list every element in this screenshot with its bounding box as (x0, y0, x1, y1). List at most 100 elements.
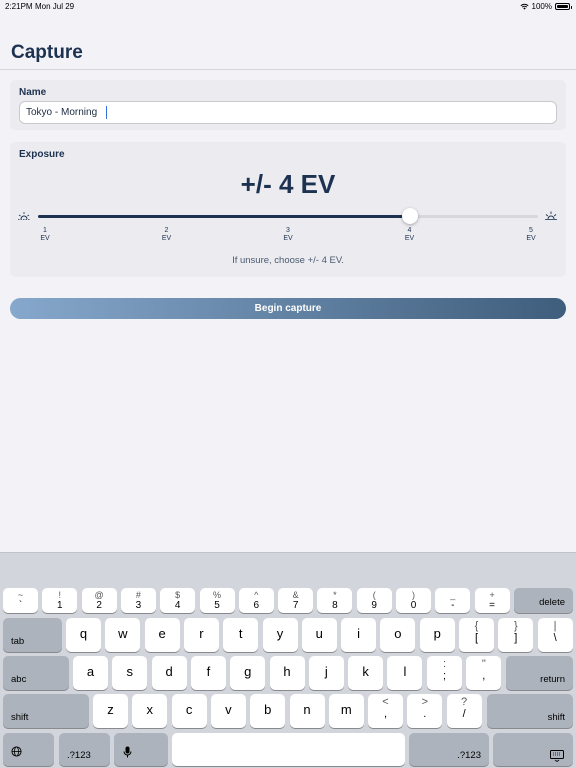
abc-key[interactable]: abc (3, 656, 69, 690)
key-9[interactable]: (9 (356, 588, 392, 613)
key-e[interactable]: e (144, 618, 180, 652)
exposure-slider-thumb[interactable] (401, 208, 418, 224)
key-alt-label: & (292, 590, 299, 600)
key-punct-r4-0[interactable]: <, (368, 694, 403, 728)
key-label: d (165, 664, 173, 679)
key-d[interactable]: d (151, 656, 187, 690)
key-f[interactable]: f (190, 656, 226, 690)
key-2[interactable]: @2 (81, 588, 117, 613)
key-label: 8 (332, 600, 338, 611)
exposure-label: Exposure (19, 149, 65, 160)
key-label: p (433, 626, 441, 641)
key-label: g (244, 664, 252, 679)
shift-left-key[interactable]: shift (3, 694, 89, 728)
key-alt-label: | (553, 620, 557, 632)
key-punct-r3-0[interactable]: :; (427, 656, 462, 690)
key-c[interactable]: c (171, 694, 207, 728)
key-3[interactable]: #3 (120, 588, 156, 613)
key-y[interactable]: y (262, 618, 298, 652)
key-m[interactable]: m (328, 694, 364, 728)
key-8[interactable]: * 8 (317, 588, 353, 613)
key-punct-2[interactable]: | \ (537, 618, 573, 652)
key-4[interactable]: $4 (160, 588, 196, 613)
text-caret (106, 106, 107, 119)
key-0[interactable]: ) 0 (396, 588, 431, 613)
key-o[interactable]: o (380, 618, 416, 652)
key-alt-label: > (421, 696, 429, 708)
key-label: abc (11, 674, 27, 685)
key-label: a (86, 664, 95, 679)
battery-percent: 100% (531, 2, 552, 11)
exposure-value: +/- 4 EV (240, 169, 336, 199)
key-label: h (283, 664, 291, 679)
begin-capture-button[interactable]: Begin capture (10, 298, 566, 319)
key-s[interactable]: s (112, 656, 148, 690)
numbers-right-key[interactable]: .?123 (409, 733, 489, 766)
tab-key[interactable]: tab (3, 618, 62, 652)
space-key[interactable] (172, 733, 405, 766)
key-r[interactable]: r (183, 618, 219, 652)
keyboard-dismiss-key[interactable] (493, 733, 573, 766)
key-=[interactable]: + = (474, 588, 510, 613)
key--[interactable]: _ - (435, 588, 471, 613)
key-p[interactable]: p (419, 618, 455, 652)
key-label: j (324, 664, 328, 679)
key-w[interactable]: w (105, 618, 141, 652)
key-`[interactable]: ~ ` (3, 588, 38, 613)
key-b[interactable]: b (250, 694, 286, 728)
key-punct-0[interactable]: {[ (459, 618, 494, 652)
key-j[interactable]: j (308, 656, 344, 690)
key-label: z (107, 702, 114, 717)
tick-unit: EV (526, 235, 536, 242)
shift-right-key[interactable]: shift (487, 694, 573, 728)
key-alt-label: % (212, 590, 221, 600)
key-k[interactable]: k (348, 656, 384, 690)
tick-number: 3 (286, 227, 290, 234)
key-l[interactable]: l (387, 656, 423, 690)
key-h[interactable]: h (269, 656, 305, 690)
dictation-key[interactable] (114, 733, 168, 766)
key-punct-r3-1[interactable]: ", (466, 656, 502, 690)
key-z[interactable]: z (93, 694, 128, 728)
key-label: 4 (174, 600, 181, 611)
key-alt-label: : (442, 658, 447, 670)
key-x[interactable]: x (132, 694, 168, 728)
key-alt-label: ( (372, 590, 376, 600)
key-label: , (383, 708, 388, 720)
key-alt-label: ? (461, 696, 468, 708)
key-alt-label: @ (94, 590, 104, 600)
key-label: t (238, 626, 243, 641)
key-punct-r4-2[interactable]: ? / (446, 694, 482, 728)
key-q[interactable]: q (66, 618, 101, 652)
key-7[interactable]: & 7 (278, 588, 314, 613)
key-label: 2 (96, 600, 102, 611)
key-punct-1[interactable]: }] (498, 618, 534, 652)
delete-key[interactable]: delete (514, 588, 573, 613)
globe-key[interactable] (3, 733, 54, 766)
key-punct-r4-1[interactable]: >. (407, 694, 443, 728)
tick-number: 5 (529, 227, 533, 234)
key-label: w (118, 626, 128, 641)
key-n[interactable]: n (289, 694, 325, 728)
return-key[interactable]: return (506, 656, 573, 690)
key-a[interactable]: a (73, 656, 108, 690)
key-label: m (340, 702, 352, 717)
name-card: Name (10, 80, 566, 130)
name-input[interactable] (19, 101, 557, 124)
key-alt-label: ~ (17, 590, 24, 600)
key-u[interactable]: u (301, 618, 337, 652)
numbers-left-key[interactable]: .?123 (59, 733, 110, 766)
exposure-slider-track[interactable] (38, 215, 538, 218)
key-6[interactable]: ^ 6 (238, 588, 274, 613)
key-5[interactable]: % 5 (199, 588, 235, 613)
exposure-tick-2: 2 EV (157, 227, 177, 243)
exposure-tick-4: 4 EV (400, 227, 420, 243)
key-g[interactable]: g (230, 656, 266, 690)
key-alt-label: _ (450, 590, 456, 600)
key-i[interactable]: i (341, 618, 377, 652)
key-label: e (158, 626, 166, 641)
key-v[interactable]: v (210, 694, 246, 728)
key-t[interactable]: t (223, 618, 259, 652)
key-label: tab (11, 636, 25, 647)
key-1[interactable]: ! 1 (42, 588, 78, 613)
